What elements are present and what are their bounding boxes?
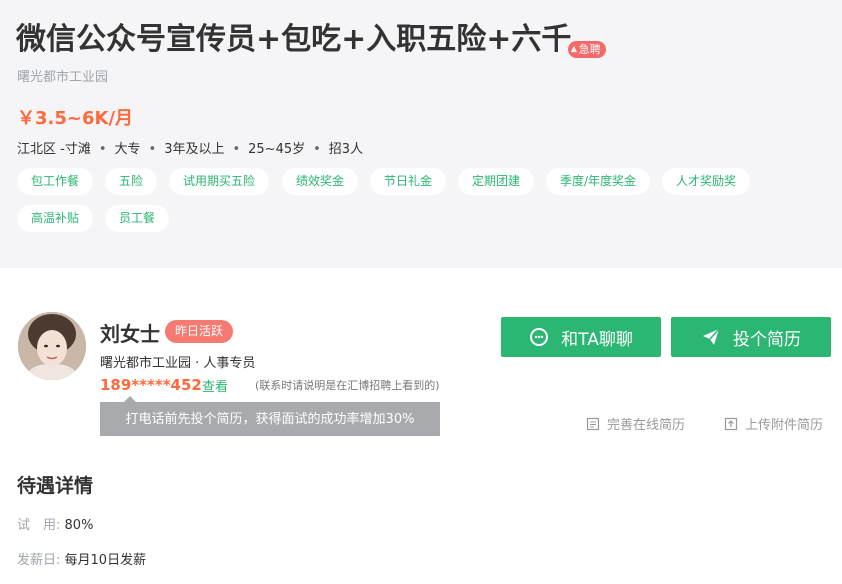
- salary: ￥3.5~6K/月: [17, 108, 134, 129]
- benefit-tag: 员工餐: [105, 205, 170, 232]
- benefit-tag: 定期团建: [458, 168, 535, 195]
- benefit-tag: 五险: [105, 168, 158, 195]
- chat-button[interactable]: 和TA聊聊: [501, 317, 661, 357]
- detail-row-payday: 发薪日: 每月10日发薪: [17, 549, 146, 568]
- recruiter-phone: 189*****452: [100, 376, 202, 394]
- benefit-tag: 绩效奖金: [282, 168, 359, 195]
- avatar: [18, 312, 86, 380]
- active-status-badge: 昨日活跃: [165, 320, 234, 343]
- urgent-label: 急聘: [578, 43, 601, 56]
- benefit-tag: 人才奖励奖: [662, 168, 751, 195]
- complete-resume-label: 完善在线简历: [607, 418, 686, 433]
- urgent-badge: ⩓ 急聘: [568, 41, 606, 58]
- upload-icon: [724, 417, 738, 431]
- phone-tip-tooltip: 打电话前先投个简历，获得面试的成功率增加30%: [100, 396, 440, 436]
- headcount: 招3人: [328, 142, 364, 157]
- separator-dot: •: [98, 142, 107, 157]
- detail-label: 发薪日:: [17, 553, 61, 568]
- detail-value: 每月10日发薪: [64, 553, 147, 568]
- job-header: 微信公众号宣传员+包吃+入职五险+六千 ⩓ 急聘 曙光都市工业园 ￥3.5~6K…: [0, 0, 842, 268]
- benefit-tag: 试用期买五险: [169, 168, 270, 195]
- upload-resume-label: 上传附件简历: [745, 418, 824, 433]
- location: 江北区 -寸滩: [17, 142, 91, 157]
- job-meta: 江北区 -寸滩 • 大专 • 3年及以上 • 25~45岁 • 招3人: [17, 138, 363, 157]
- separator-dot: •: [313, 142, 321, 157]
- contact-note: (联系时请说明是在汇博招聘上看到的): [255, 379, 440, 392]
- view-phone-link[interactable]: 查看: [202, 376, 228, 395]
- detail-label: 试 用:: [17, 518, 61, 533]
- benefits-section-title: 待遇详情: [17, 475, 94, 497]
- education: 大专: [114, 142, 141, 157]
- age-range: 25~45岁: [248, 142, 306, 157]
- send-icon: [701, 327, 721, 347]
- chat-icon: [529, 327, 549, 347]
- avatar-image: [18, 312, 86, 380]
- detail-value: 80%: [64, 518, 94, 533]
- chat-button-label: 和TA聊聊: [561, 329, 633, 350]
- company-name[interactable]: 曙光都市工业园: [17, 66, 108, 85]
- complete-resume-link[interactable]: 完善在线简历: [586, 414, 685, 433]
- separator-dot: •: [148, 142, 157, 157]
- urgent-icon: ⩓: [571, 44, 577, 55]
- recruiter-panel: 刘女士 昨日活跃 曙光都市工业园 · 人事专员 189*****452 查看 (…: [0, 268, 842, 584]
- upload-resume-link[interactable]: 上传附件简历: [724, 414, 823, 433]
- document-icon: [586, 417, 600, 431]
- benefit-tag: 季度/年度奖金: [546, 168, 651, 195]
- job-title: 微信公众号宣传员+包吃+入职五险+六千: [16, 22, 572, 57]
- benefit-tag: 高温补贴: [17, 205, 94, 232]
- detail-row-probation: 试 用: 80%: [17, 514, 93, 533]
- submit-resume-label: 投个简历: [733, 329, 801, 350]
- recruiter-role: 曙光都市工业园 · 人事专员: [100, 356, 256, 371]
- experience: 3年及以上: [164, 142, 225, 157]
- recruiter-name: 刘女士: [100, 322, 160, 346]
- benefit-tag: 包工作餐: [17, 168, 94, 195]
- benefit-tag: 节日礼金: [370, 168, 447, 195]
- separator-dot: •: [232, 142, 241, 157]
- submit-resume-button[interactable]: 投个简历: [671, 317, 831, 357]
